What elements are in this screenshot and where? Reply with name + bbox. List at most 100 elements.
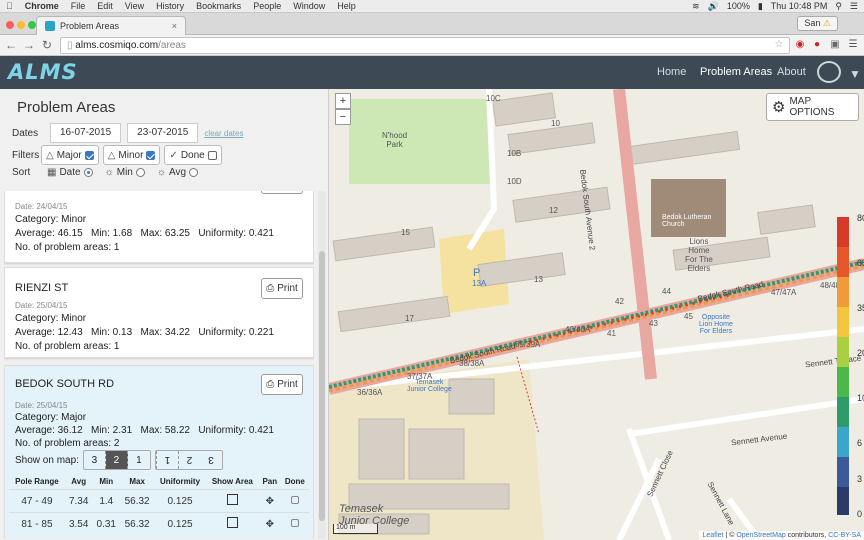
menu-window[interactable]: Window bbox=[293, 1, 325, 11]
menu-people[interactable]: People bbox=[253, 1, 281, 11]
alms-logo[interactable]: ALMS bbox=[8, 60, 78, 84]
calendar-icon: ▦ bbox=[47, 167, 57, 178]
volume-icon[interactable]: 🔊 bbox=[708, 1, 719, 12]
gear-icon: ⚙ bbox=[772, 99, 786, 116]
block-label: 10B bbox=[507, 149, 522, 158]
pan-cell: ✥ bbox=[258, 489, 281, 513]
leaflet-link[interactable]: Leaflet bbox=[702, 532, 723, 539]
show-area-cell bbox=[205, 512, 259, 535]
back-icon[interactable]: ← bbox=[4, 38, 18, 52]
sort-min-radio[interactable] bbox=[135, 168, 145, 177]
filter-done-checkbox[interactable] bbox=[207, 150, 217, 160]
menu-help[interactable]: Help bbox=[337, 1, 356, 11]
col-max: Max bbox=[129, 477, 145, 486]
filter-done[interactable]: ✓ Done bbox=[164, 145, 222, 165]
show-area-icon[interactable] bbox=[226, 494, 238, 505]
adblock-icon[interactable]: ● bbox=[810, 38, 824, 52]
wifi-icon[interactable]: ≋ bbox=[692, 1, 700, 12]
map-btn-r2[interactable]: 2 bbox=[177, 451, 200, 469]
legend-tick: 65 bbox=[857, 258, 864, 268]
url-input[interactable]: ▯ alms.cosmiqo.com/areas bbox=[60, 37, 790, 54]
forward-icon[interactable]: → bbox=[22, 38, 36, 52]
filter-minor-label: Minor bbox=[118, 149, 144, 161]
pocket-icon[interactable]: ◉ bbox=[793, 38, 807, 52]
result-card-selected[interactable]: BEDOK SOUTH RD ⎙ Print Date: 25/04/15 Cat… bbox=[4, 365, 314, 539]
date-from-input[interactable]: 16-07-2015 bbox=[50, 123, 122, 143]
menu-file[interactable]: File bbox=[71, 1, 86, 11]
search-icon[interactable]: ⚲ bbox=[835, 1, 842, 12]
list-icon[interactable]: ☰ bbox=[850, 1, 858, 12]
show-on-map-label: Show on map: bbox=[15, 454, 79, 466]
print-button[interactable]: ⎙ Print bbox=[261, 278, 303, 299]
legend-tick: 0 bbox=[857, 509, 863, 519]
sort-date-radio[interactable] bbox=[83, 168, 93, 177]
block-label: 10C bbox=[486, 94, 501, 103]
show-area-icon[interactable] bbox=[226, 517, 238, 528]
results-list: Date: 24/04/15 Category: Minor Average: … bbox=[4, 191, 314, 539]
license-link[interactable]: CC-BY-SA bbox=[828, 532, 861, 539]
result-card[interactable]: RIENZI ST ⎙ Print Date: 25/04/15 Category… bbox=[4, 267, 314, 358]
nav-problem-areas[interactable]: Problem Areas bbox=[700, 66, 772, 78]
sort-date[interactable]: ▦ Date bbox=[47, 167, 93, 178]
map-btn-3[interactable]: 3 bbox=[84, 451, 106, 469]
done-checkbox[interactable] bbox=[290, 495, 299, 504]
print-button[interactable] bbox=[261, 191, 303, 194]
nav-home[interactable]: Home bbox=[657, 66, 686, 78]
map-btn-1[interactable]: 1 bbox=[128, 451, 150, 469]
minimize-window-icon[interactable] bbox=[17, 21, 25, 29]
pan-icon[interactable]: ✥ bbox=[266, 496, 274, 507]
apple-icon[interactable]:  bbox=[6, 1, 13, 11]
close-tab-icon[interactable]: × bbox=[172, 21, 177, 31]
chrome-menu-icon[interactable]: ☰ bbox=[846, 38, 860, 52]
map-btn-2[interactable]: 2 bbox=[105, 451, 128, 469]
close-window-icon[interactable] bbox=[6, 21, 14, 29]
tab-problem-areas[interactable]: Problem Areas × bbox=[36, 16, 186, 35]
filter-major[interactable]: △ Major bbox=[41, 145, 99, 165]
light-level-legend: 80 65 35 20 10 6 3 0 bbox=[837, 213, 864, 519]
clear-dates-link[interactable]: clear dates bbox=[204, 129, 243, 138]
app-menu[interactable]: Chrome bbox=[25, 1, 59, 11]
sort-avg-radio[interactable] bbox=[189, 168, 199, 177]
dropdown-caret-icon[interactable]: ▼ bbox=[849, 67, 861, 81]
print-button[interactable]: ⎙ Print bbox=[261, 374, 303, 395]
browser-tab-bar: Problem Areas × San ⚠ bbox=[0, 13, 864, 35]
nav-about[interactable]: About bbox=[777, 66, 806, 78]
zoom-window-icon[interactable] bbox=[28, 21, 36, 29]
extension-icon[interactable]: ▣ bbox=[828, 38, 842, 52]
done-cell bbox=[280, 512, 309, 535]
user-account-icon[interactable] bbox=[817, 61, 841, 83]
filter-minor[interactable]: △ Minor bbox=[102, 145, 161, 165]
parking-icon[interactable]: P bbox=[473, 267, 480, 279]
menu-history[interactable]: History bbox=[156, 1, 184, 11]
scrollbar-thumb[interactable] bbox=[319, 251, 325, 521]
filter-major-checkbox[interactable] bbox=[84, 150, 94, 160]
done-checkbox[interactable] bbox=[290, 518, 299, 527]
battery-text[interactable]: 100% bbox=[727, 1, 750, 11]
menu-edit[interactable]: Edit bbox=[97, 1, 113, 11]
map-scale: 100 m bbox=[333, 524, 378, 534]
card-max: Max: 58.22 bbox=[140, 425, 190, 436]
osm-link[interactable]: OpenStreetMap bbox=[736, 532, 785, 539]
sort-min[interactable]: ☼ Min bbox=[105, 167, 145, 178]
zoom-out-button[interactable]: − bbox=[335, 109, 351, 125]
reload-icon[interactable]: ↻ bbox=[40, 38, 54, 52]
map-btn-r3[interactable]: 3 bbox=[200, 451, 222, 469]
sort-avg[interactable]: ☼ Avg bbox=[157, 167, 199, 178]
block-label: 42 bbox=[615, 297, 624, 306]
clock[interactable]: Thu 10:48 PM bbox=[771, 1, 828, 11]
bookmark-star-icon[interactable]: ☆ bbox=[772, 38, 786, 52]
sort-avg-label: Avg bbox=[169, 167, 187, 178]
menu-view[interactable]: View bbox=[125, 1, 144, 11]
zoom-in-button[interactable]: + bbox=[335, 93, 351, 109]
map-options-button[interactable]: ⚙ MAP OPTIONS bbox=[766, 93, 859, 121]
map-view[interactable]: + − ⚙ MAP OPTIONS N'hood Park Bedok Luth… bbox=[329, 89, 864, 540]
url-path: /areas bbox=[158, 40, 186, 51]
filter-minor-checkbox[interactable] bbox=[146, 150, 156, 160]
profile-button[interactable]: San ⚠ bbox=[797, 16, 838, 31]
map-btn-r1[interactable]: 1 bbox=[155, 451, 178, 469]
date-to-input[interactable]: 23-07-2015 bbox=[127, 123, 199, 143]
result-card[interactable]: Date: 24/04/15 Category: Minor Average: … bbox=[4, 191, 314, 263]
pan-icon[interactable]: ✥ bbox=[266, 519, 274, 530]
menu-bookmarks[interactable]: Bookmarks bbox=[196, 1, 241, 11]
list-scrollbar[interactable] bbox=[318, 191, 326, 539]
